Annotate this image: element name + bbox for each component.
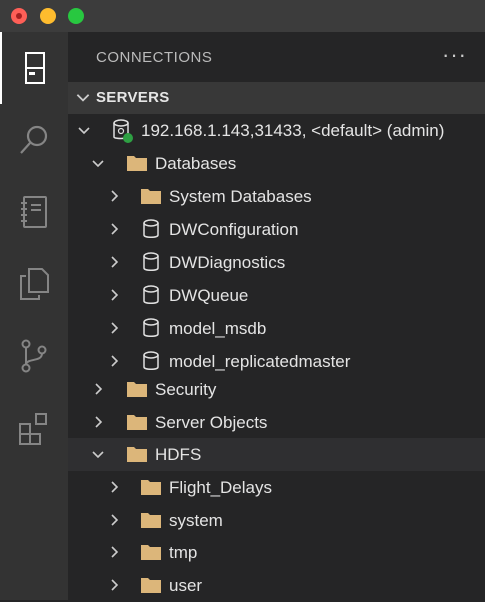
database-icon [143,351,159,370]
chevron-right-icon [95,383,103,395]
tree-label: user [169,576,203,595]
database-icon [143,252,159,271]
section-title: SERVERS [96,89,170,106]
folder-icon [141,480,161,495]
tree-label: DWDiagnostics [169,253,286,272]
panel-title: CONNECTIONS [96,49,213,66]
tree-label: model_replicatedmaster [169,352,351,371]
chevron-right-icon [111,514,119,526]
chevron-down-icon [78,127,90,135]
folder-icon [127,382,147,397]
database-icon [143,219,159,238]
database-icon [143,318,159,337]
folder-icon [141,189,161,204]
panel-header: CONNECTIONS ··· [68,32,485,82]
close-window-button[interactable] [11,8,27,24]
title-bar [0,0,485,32]
server-icon [113,119,133,143]
servers-section-header[interactable]: SERVERS [68,82,485,114]
tree-database-item[interactable]: System Databases [68,180,485,213]
tree-database-item[interactable]: model_msdb [68,312,485,345]
tree-server[interactable]: 192.168.1.143,31433, <default> (admin) [68,114,485,147]
minimize-window-button[interactable] [40,8,56,24]
tree-database-item[interactable]: DWQueue [68,279,485,312]
chevron-down-icon [92,160,104,168]
chevron-right-icon [95,416,103,428]
tree-security[interactable]: Security [68,373,485,406]
chevron-right-icon [111,190,119,202]
tree-database-item[interactable]: DWDiagnostics [68,246,485,279]
tree-label: Security [155,380,217,399]
source-control-icon[interactable] [0,320,68,392]
chevron-right-icon [111,256,119,268]
notebook-icon[interactable] [0,176,68,248]
tree-label: system [169,511,223,530]
chevron-right-icon [111,223,119,235]
chevron-right-icon [111,322,119,334]
folder-icon [141,513,161,528]
folder-icon [141,545,161,560]
chevron-down-icon [76,94,90,102]
folder-icon [127,415,147,430]
chevron-right-icon [111,355,119,367]
tree-database-item[interactable]: DWConfiguration [68,213,485,246]
copy-icon[interactable] [0,248,68,320]
tree-hdfs[interactable]: HDFS [68,438,485,471]
chevron-right-icon [111,546,119,558]
chevron-right-icon [111,579,119,591]
tree-label: DWConfiguration [169,220,299,239]
tree-label: HDFS [155,445,202,464]
folder-icon [141,578,161,593]
tree-label: tmp [169,543,198,562]
tree-label: Server Objects [155,413,268,432]
search-icon[interactable] [0,104,68,176]
tree-server-objects[interactable]: Server Objects [68,406,485,439]
folder-icon [127,156,147,171]
chevron-right-icon [111,289,119,301]
chevron-down-icon [92,451,104,459]
server-label: 192.168.1.143,31433, <default> (admin) [141,121,445,140]
tree-hdfs-item[interactable]: Flight_Delays [68,471,485,504]
tree-hdfs-item[interactable]: system [68,504,485,537]
activity-bar [0,32,68,600]
folder-icon [127,447,147,462]
tree-hdfs-item[interactable]: tmp [68,536,485,569]
tree-label: Databases [155,154,237,173]
tree-label: DWQueue [169,286,249,305]
tree-label: System Databases [169,187,312,206]
maximize-window-button[interactable] [68,8,84,24]
connections-icon[interactable] [0,32,68,104]
extensions-icon[interactable] [0,392,68,464]
tree-label: model_msdb [169,319,267,338]
more-actions-icon[interactable]: ··· [442,42,467,68]
tree-label: Flight_Delays [169,478,272,497]
tree-hdfs-item[interactable]: user [68,569,485,602]
database-icon [143,285,159,304]
connections-panel: CONNECTIONS ··· SERVERS 192.168.1.143,31… [68,32,485,600]
tree-databases[interactable]: Databases [68,147,485,180]
chevron-right-icon [111,481,119,493]
